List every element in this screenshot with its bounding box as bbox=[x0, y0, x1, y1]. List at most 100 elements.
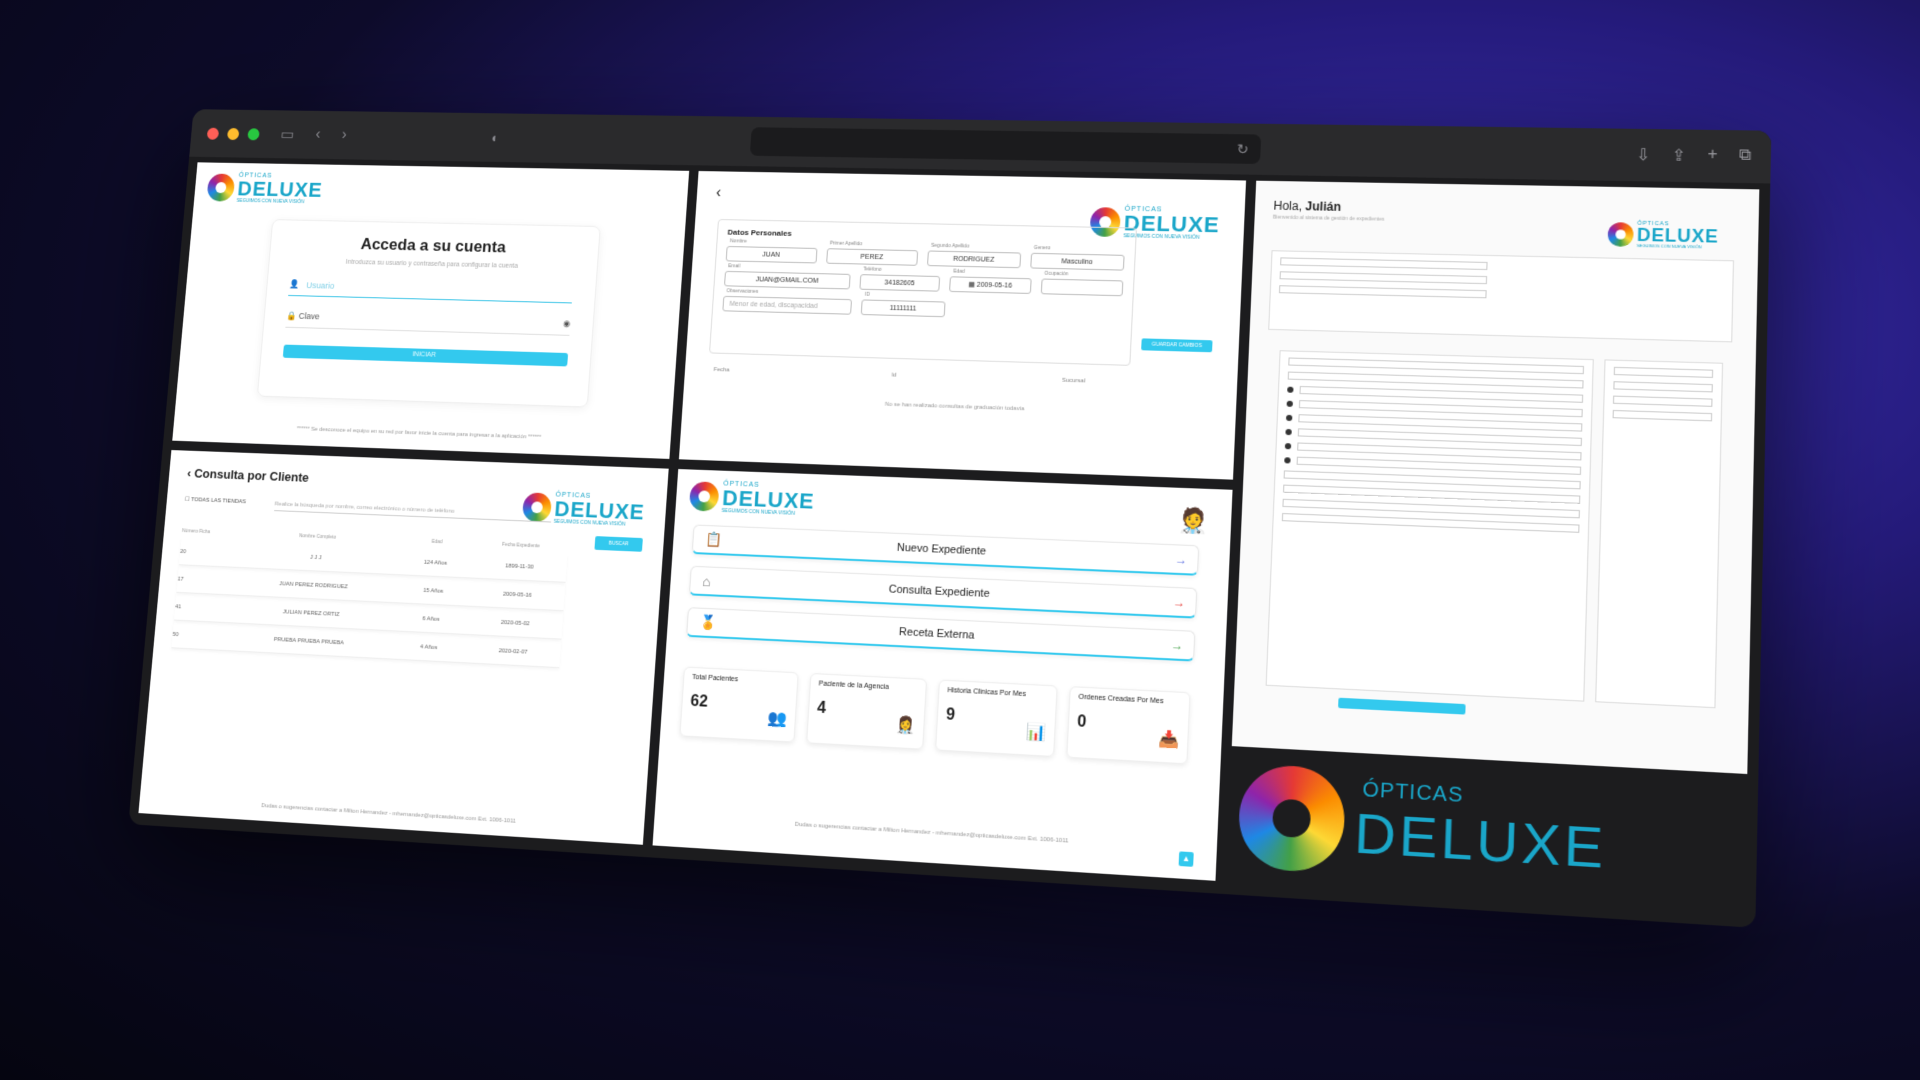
save-changes-button[interactable]: GUARDAR CAMBIOS bbox=[1141, 338, 1213, 353]
clipboard-icon: 📋 bbox=[704, 530, 723, 548]
bullet-icon bbox=[1284, 443, 1292, 450]
brand-big-text: DELUXE bbox=[1353, 802, 1608, 881]
consulta-title-text: Consulta por Cliente bbox=[193, 466, 310, 485]
award-icon: 🏅 bbox=[699, 613, 718, 631]
observaciones-label: Observaciones bbox=[726, 288, 759, 295]
new-tab-icon[interactable]: + bbox=[1707, 146, 1717, 166]
user-icon: 👤 bbox=[288, 279, 300, 289]
row-age: 124 Años bbox=[423, 559, 448, 567]
row-id: 41 bbox=[174, 604, 182, 611]
doctor-icon: 👩‍⚕️ bbox=[895, 716, 916, 736]
brand-logo: ÓPTICAS DELUXE SEGUIMOS CON NUEVA VISIÓN bbox=[1607, 220, 1719, 250]
form-line[interactable] bbox=[1279, 271, 1488, 285]
observaciones-placeholder: Menor de edad, discapacidad bbox=[729, 300, 818, 310]
row-name: JUAN PEREZ RODRIGUEZ bbox=[278, 581, 348, 591]
brand-logo: ÓPTICAS DELUXE SEGUIMOS CON NUEVA VISIÓN bbox=[688, 479, 816, 517]
sidebar-toggle-icon[interactable]: ▭ bbox=[280, 125, 295, 144]
browser-window: ▭ ‹ › ◐ ↻ ⇩ ⇪ + ⧉ ÓPTICAS DELUXE SEGUIMO… bbox=[128, 109, 1772, 928]
all-stores-checkbox[interactable]: ☐ TODAS LAS TIENDAS bbox=[185, 496, 247, 505]
dashboard-footer: Dudas o sugerencias contactar a Milton H… bbox=[794, 821, 1069, 845]
eye-icon[interactable]: ◉ bbox=[563, 318, 571, 329]
privacy-shield-icon[interactable]: ◐ bbox=[491, 130, 500, 145]
form-line[interactable] bbox=[1287, 371, 1584, 389]
personal-info-box bbox=[1268, 250, 1735, 343]
submit-record-button[interactable] bbox=[1338, 697, 1466, 715]
clinical-record-screen: Hola, Julián Bienvenido al sistema de ge… bbox=[1231, 180, 1760, 775]
row-name: PRUEBA PRUEBA PRUEBA bbox=[273, 637, 345, 647]
form-line[interactable] bbox=[1280, 257, 1488, 271]
ocupacion-field[interactable]: Ocupación bbox=[1040, 271, 1124, 297]
stat-total-pacientes: Total Pacientes 62 👥 bbox=[679, 666, 799, 743]
username-field[interactable]: 👤 Usuario bbox=[288, 279, 574, 304]
nuevo-expediente-button[interactable]: 📋 Nuevo Expediente → bbox=[691, 524, 1200, 576]
client-search-input[interactable]: Realice la búsqueda por nombre, correo e… bbox=[274, 501, 552, 523]
logo-ring-icon bbox=[206, 173, 236, 202]
genero-label: Genero bbox=[1033, 245, 1051, 252]
password-value: Clave bbox=[298, 311, 320, 322]
address-bar[interactable]: ↻ bbox=[750, 127, 1262, 164]
greeting-subtitle: Bienvenido al sistema de gestión de expe… bbox=[1272, 214, 1385, 223]
form-line[interactable] bbox=[1613, 381, 1713, 393]
observaciones-field[interactable]: Observaciones Menor de edad, discapacidad bbox=[722, 288, 853, 315]
bullet-icon bbox=[1285, 414, 1293, 422]
form-line[interactable] bbox=[1278, 285, 1487, 299]
nombre-field[interactable]: Nombre JUAN bbox=[725, 238, 818, 264]
minimize-window-button[interactable] bbox=[226, 127, 240, 140]
menu-label: Consulta Expediente bbox=[888, 582, 990, 600]
row-id: 20 bbox=[179, 549, 187, 555]
genero-value: Masculino bbox=[1061, 257, 1093, 266]
history-sucursal-header: Sucursal bbox=[1061, 377, 1086, 385]
ocupacion-label: Ocupación bbox=[1044, 270, 1069, 278]
header-fecha: Fecha Expediente bbox=[501, 541, 541, 550]
form-line[interactable] bbox=[1612, 395, 1713, 407]
telefono-value: 34182605 bbox=[884, 279, 915, 287]
download-icon[interactable]: ⇩ bbox=[1636, 145, 1651, 165]
fecha-field[interactable]: Edad ▦ 2009-05-16 bbox=[949, 269, 1032, 294]
scroll-top-button[interactable]: ▲ bbox=[1178, 851, 1194, 867]
form-line[interactable] bbox=[1613, 366, 1714, 378]
inbox-download-icon: 📥 bbox=[1158, 730, 1180, 750]
header-ficha: Número Ficha bbox=[181, 528, 211, 536]
password-field[interactable]: 🔒 Clave ◉ bbox=[285, 310, 571, 336]
bullet-icon bbox=[1287, 386, 1294, 393]
receta-externa-button[interactable]: 🏅 Receta Externa → bbox=[686, 607, 1196, 662]
back-arrow-icon[interactable]: ‹ bbox=[315, 127, 321, 144]
cedula-field[interactable]: ID 11111111 bbox=[860, 292, 946, 318]
close-window-button[interactable] bbox=[206, 127, 220, 140]
brand-ring-icon bbox=[1237, 763, 1347, 875]
email-field[interactable]: Email JUAN@GMAIL.COM bbox=[724, 263, 851, 290]
history-empty-message: No se han realizado consultas de graduac… bbox=[884, 401, 1025, 413]
brand-logo: ÓPTICAS DELUXE SEGUIMOS CON NUEVA VISIÓN bbox=[521, 490, 646, 528]
doctor-avatar-icon[interactable]: 🧑‍⚕️ bbox=[1177, 506, 1209, 537]
login-screen: ÓPTICAS DELUXE SEGUIMOS CON NUEVA VISIÓN… bbox=[172, 162, 690, 459]
genero-select[interactable]: Genero Masculino bbox=[1029, 245, 1125, 271]
form-line[interactable] bbox=[1612, 409, 1713, 422]
search-button[interactable]: BUSCAR bbox=[594, 536, 643, 552]
login-card: Acceda a su cuenta Introduzca su usuario… bbox=[256, 219, 601, 408]
fecha-value: 2009-05-16 bbox=[976, 281, 1013, 290]
primer-apellido-value: PEREZ bbox=[860, 253, 884, 261]
primer-apellido-field[interactable]: Primer Apellido PEREZ bbox=[825, 241, 919, 266]
login-title: Acceda a su cuenta bbox=[360, 235, 507, 257]
row-date: 2009-05-16 bbox=[502, 591, 532, 599]
maximize-window-button[interactable] bbox=[247, 127, 260, 140]
reload-icon[interactable]: ↻ bbox=[1236, 141, 1250, 158]
back-chevron-icon[interactable]: ‹ bbox=[715, 185, 721, 202]
screens-collage: ÓPTICAS DELUXE SEGUIMOS CON NUEVA VISIÓN… bbox=[128, 157, 1770, 928]
forward-arrow-icon[interactable]: › bbox=[341, 127, 347, 144]
share-icon[interactable]: ⇪ bbox=[1671, 145, 1686, 165]
login-button[interactable]: INICIAR bbox=[282, 344, 569, 367]
greeting: Hola, Julián bbox=[1273, 199, 1341, 214]
brand-logo: ÓPTICAS DELUXE SEGUIMOS CON NUEVA VISIÓN bbox=[206, 172, 324, 206]
brand-showcase: ÓPTICAS DELUXE bbox=[1225, 756, 1748, 925]
stat-label: Paciente de la Agencia bbox=[818, 680, 890, 692]
segundo-apellido-field[interactable]: Segundo Apellido RODRIGUEZ bbox=[927, 243, 1021, 269]
segundo-apellido-label: Segundo Apellido bbox=[930, 242, 970, 250]
telefono-field[interactable]: Teléfono 34182605 bbox=[859, 266, 941, 292]
client-search-screen: ‹ Consulta por Cliente ÓPTICAS DELUXE SE… bbox=[138, 450, 669, 845]
bullet-icon bbox=[1286, 400, 1293, 407]
back-chevron-icon[interactable]: ‹ bbox=[187, 466, 192, 480]
form-line[interactable] bbox=[1288, 357, 1584, 375]
tab-overview-icon[interactable]: ⧉ bbox=[1739, 146, 1752, 166]
users-icon: 👥 bbox=[766, 709, 788, 729]
